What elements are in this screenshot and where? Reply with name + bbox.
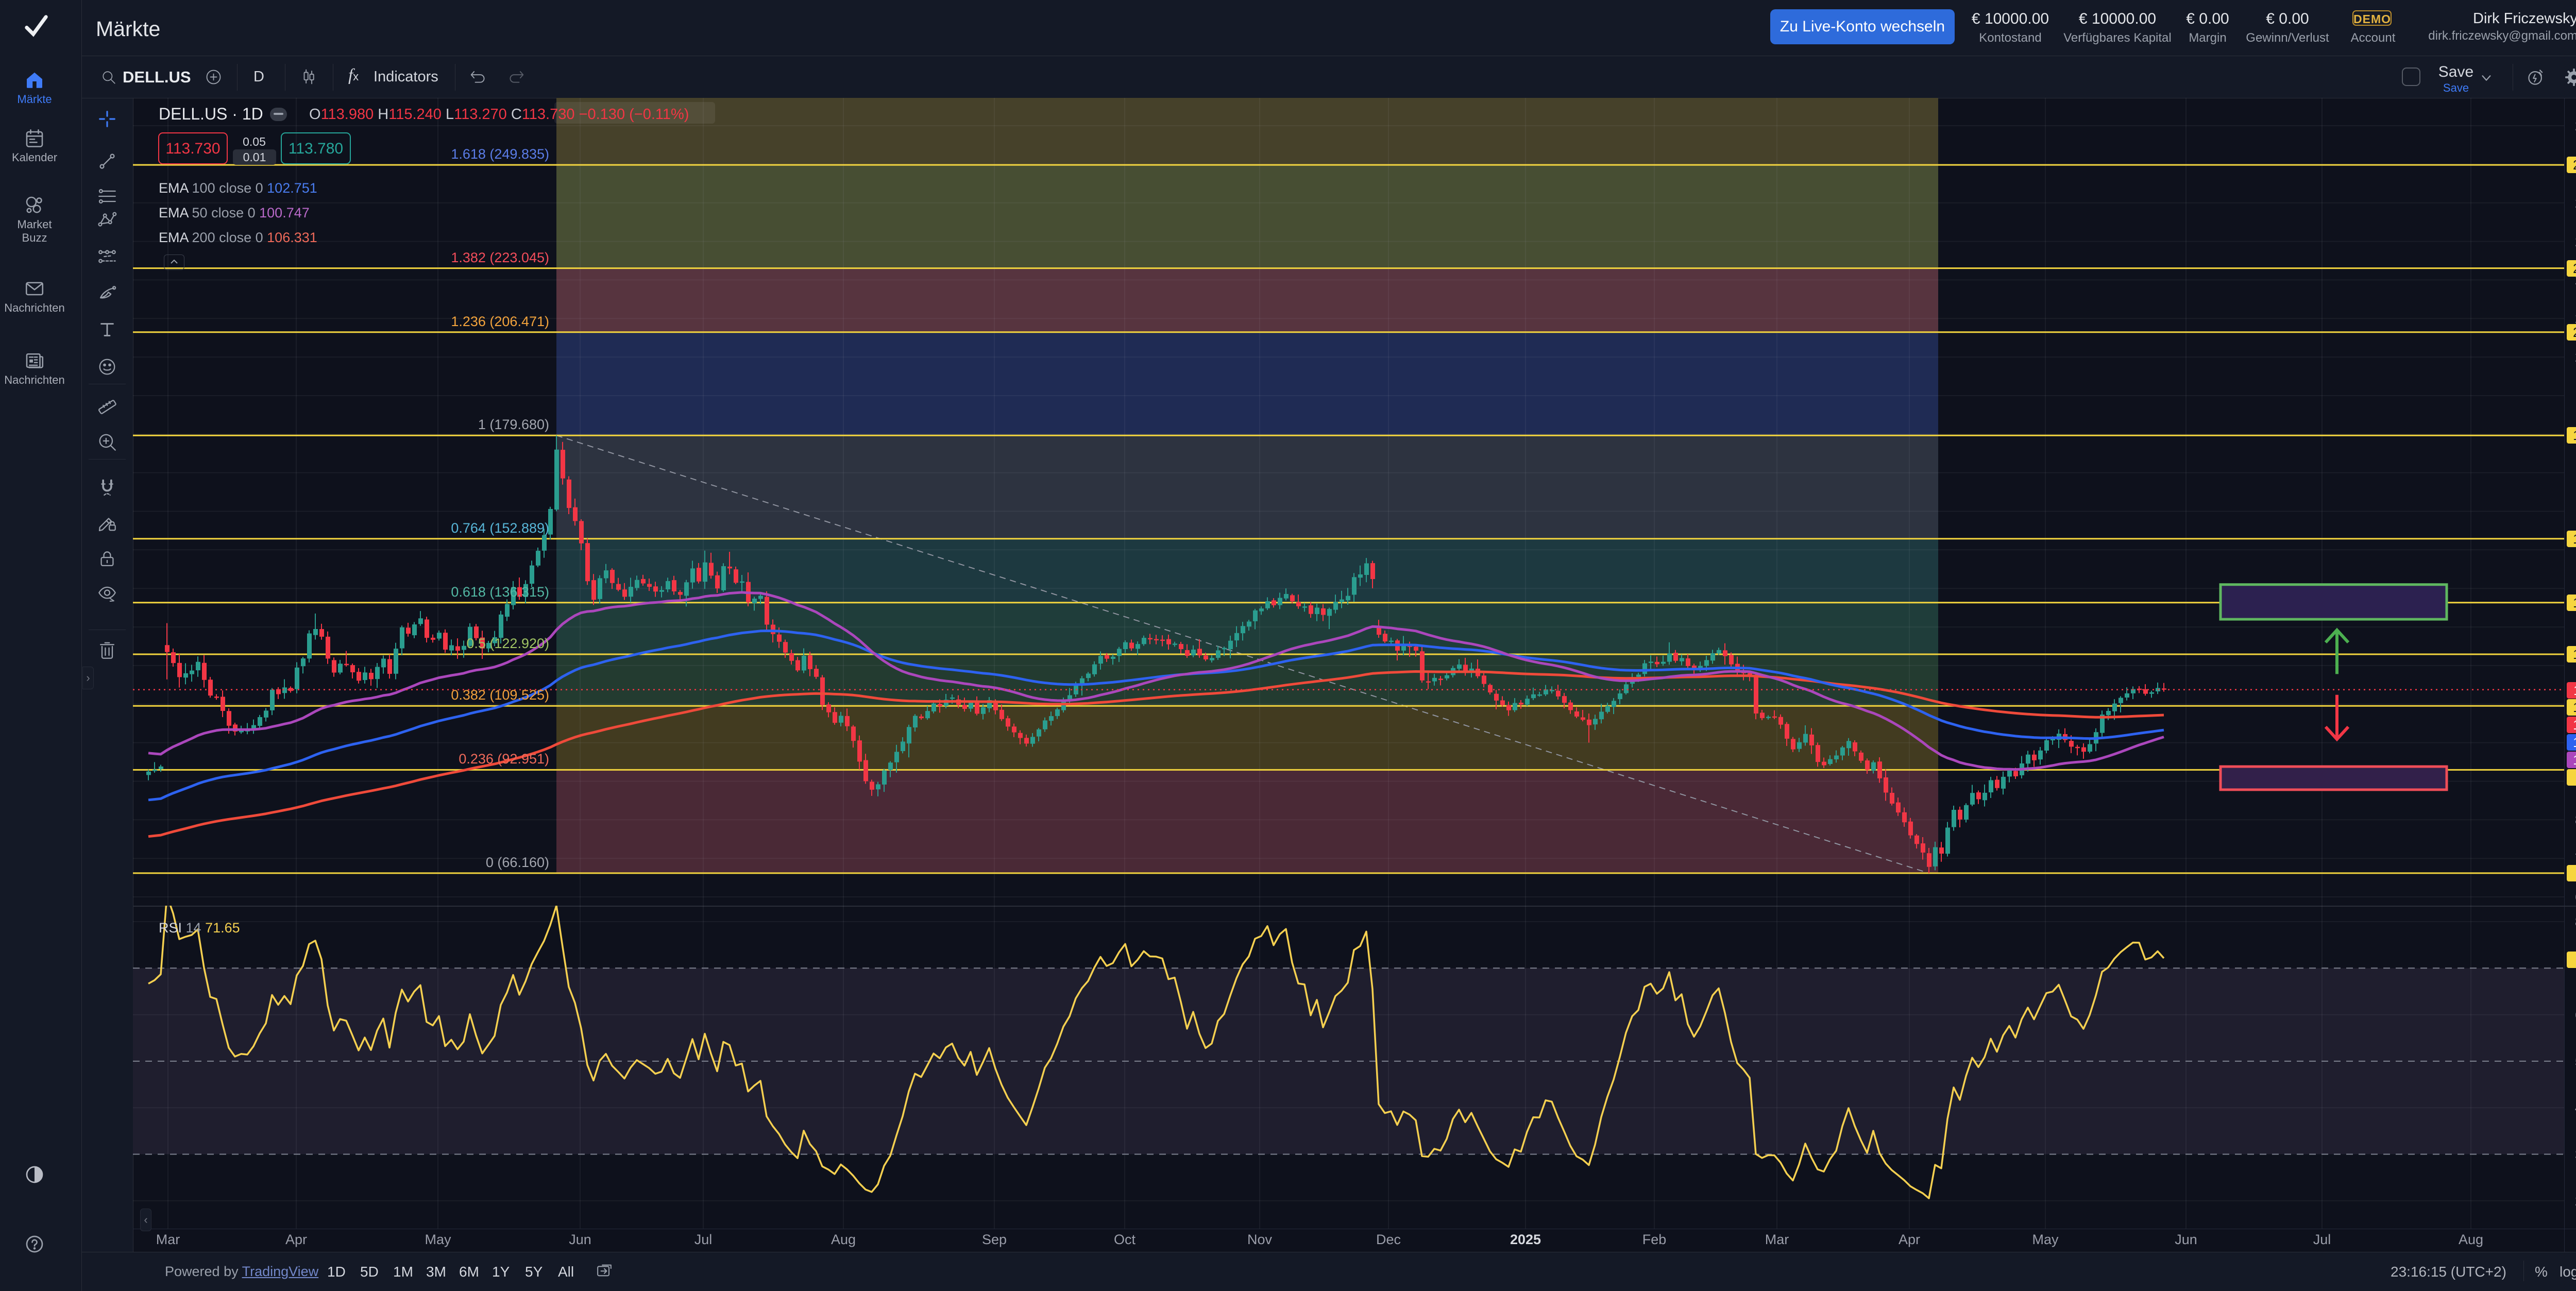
svg-text:1.236 (206.471): 1.236 (206.471) [451,314,549,329]
svg-text:0.236 (92.951): 0.236 (92.951) [459,751,549,767]
svg-text:1.382 (223.045): 1.382 (223.045) [451,250,549,265]
svg-text:1.618 (249.835): 1.618 (249.835) [451,146,549,162]
svg-text:0.618 (136.315): 0.618 (136.315) [451,584,549,600]
svg-text:1 (179.680): 1 (179.680) [478,417,549,432]
svg-text:0 (66.160): 0 (66.160) [486,855,549,870]
svg-text:0.764 (152.889): 0.764 (152.889) [451,520,549,536]
svg-text:0.382 (109.525): 0.382 (109.525) [451,687,549,703]
svg-text:0.5 (122.920): 0.5 (122.920) [466,636,549,651]
